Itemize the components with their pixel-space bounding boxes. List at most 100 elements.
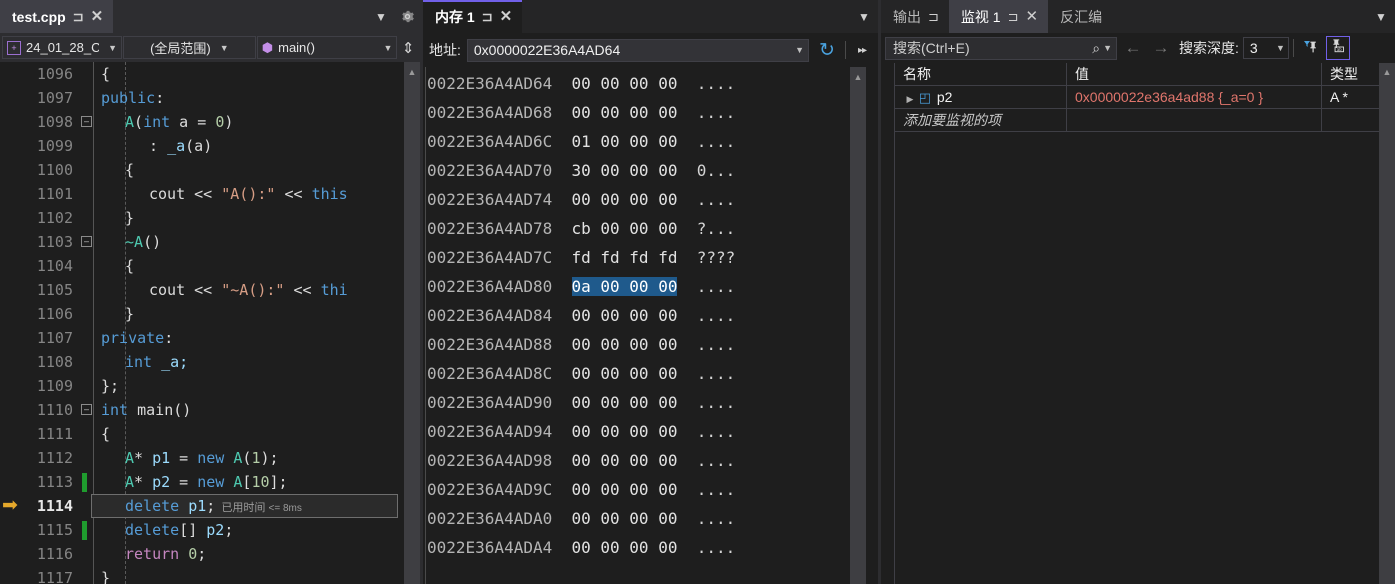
code-line[interactable]: A(int a = 0) (91, 110, 420, 134)
breakpoint-marker[interactable] (82, 521, 87, 540)
scroll-up-icon[interactable]: ▲ (404, 62, 420, 77)
editor-vertical-scrollbar[interactable]: ▲ (404, 62, 420, 584)
watch-tab-1[interactable]: 监视 1 ⊐ ✕ (948, 0, 1049, 33)
chevron-down-icon[interactable]: ▼ (216, 43, 229, 53)
code-line[interactable]: } (91, 566, 420, 584)
code-line[interactable]: delete[] p2; (91, 518, 420, 542)
chevron-down-icon[interactable]: ▼ (104, 43, 117, 53)
watch-vertical-scrollbar[interactable]: ▲ (1379, 63, 1395, 584)
breakpoint-marker[interactable] (82, 473, 87, 492)
close-icon[interactable]: ✕ (500, 9, 513, 24)
arrow-right-icon[interactable]: → (1149, 38, 1173, 58)
editor-indicator-margin[interactable]: ➡ (0, 62, 24, 584)
memory-hex-bytes[interactable]: 00 00 00 00 (572, 422, 678, 441)
memory-row[interactable]: 0022E36A4AD6C 01 00 00 00 .... (423, 127, 878, 156)
memory-hex-bytes[interactable]: 00 00 00 00 (572, 451, 678, 470)
memory-row[interactable]: 0022E36A4ADA0 00 00 00 00 .... (423, 504, 878, 533)
memory-hex-bytes[interactable]: fd fd fd fd (572, 248, 678, 267)
close-icon[interactable]: ✕ (91, 9, 104, 24)
code-text-area[interactable]: ➡ 1096 1097 1098 1099 1100 1101 1102 1103 1104 11… (0, 62, 420, 584)
scroll-up-icon[interactable]: ▲ (1379, 63, 1395, 77)
code-line[interactable]: A* p1 = new A(1); (91, 446, 420, 470)
navbar-scope-combo[interactable]: (全局范围) ▼ (123, 36, 256, 59)
code-line[interactable]: cout << "A():" << this (91, 182, 420, 206)
memory-hex-bytes[interactable]: 00 00 00 00 (572, 364, 678, 383)
memory-row[interactable]: 0022E36A4AD88 00 00 00 00 .... (423, 330, 878, 359)
memory-hex-bytes[interactable]: 30 00 00 00 (572, 161, 678, 180)
gear-icon[interactable] (394, 0, 420, 33)
code-line[interactable]: public: (91, 86, 420, 110)
memory-hex-bytes[interactable]: 00 00 00 00 (572, 190, 678, 209)
watch-variables-grid[interactable]: 名称值类型 ▶ ◰ p2 0x0000022e36a4ad88 {_a=0 } A * 添… (881, 63, 1395, 584)
watch-add-item-value-cell[interactable] (1067, 108, 1322, 132)
memory-tab-1[interactable]: 内存 1 ⊐ ✕ (423, 0, 523, 33)
memory-row[interactable]: 0022E36A4ADA4 00 00 00 00 .... (423, 533, 878, 562)
watch-column-header-name[interactable]: 名称 (895, 63, 1067, 86)
memory-row[interactable]: 0022E36A4AD74 00 00 00 00 .... (423, 185, 878, 214)
filtered-pin-icon[interactable] (1298, 39, 1322, 58)
code-line[interactable]: : _a(a) (91, 134, 420, 158)
memory-hex-bytes[interactable]: 01 00 00 00 (572, 132, 678, 151)
memory-hex-bytes[interactable]: 00 00 00 00 (572, 393, 678, 412)
memory-dump-grid[interactable]: 0022E36A4AD64 00 00 00 00 .... 0022E36A4A… (423, 67, 878, 584)
memory-hex-bytes[interactable]: cb 00 00 00 (572, 219, 678, 238)
refresh-icon[interactable]: ↻ (815, 41, 839, 60)
memory-row[interactable]: 0022E36A4AD7C fd fd fd fd ???? (423, 243, 878, 272)
watch-add-item-placeholder[interactable]: 添加要监视的项 (895, 108, 1067, 132)
memory-hex-bytes[interactable]: 00 00 00 00 (572, 509, 678, 528)
chevron-down-icon[interactable]: ▼ (368, 0, 394, 33)
watch-row[interactable]: ▶ ◰ p2 0x0000022e36a4ad88 {_a=0 } A * (895, 85, 1395, 109)
code-line[interactable]: private: (91, 326, 420, 350)
memory-row[interactable]: 0022E36A4AD68 00 00 00 00 .... (423, 98, 878, 127)
code-line[interactable]: int main() (91, 398, 420, 422)
navbar-project-combo[interactable]: + 24_01_28_C ▼ (2, 36, 122, 59)
memory-row[interactable]: 0022E36A4AD8C 00 00 00 00 .... (423, 359, 878, 388)
pin-icon[interactable]: ⊐ (73, 10, 84, 23)
code-line[interactable]: }; (91, 374, 420, 398)
code-line[interactable]: { (91, 422, 420, 446)
code-line[interactable]: { (91, 62, 420, 86)
editor-breakpoint-margin[interactable] (79, 62, 91, 584)
search-depth-combo[interactable]: 3 ▼ (1242, 37, 1289, 59)
memory-hex-bytes[interactable]: 00 00 00 00 (572, 103, 678, 122)
watch-tab-0[interactable]: 输出 ⊐ (881, 0, 949, 33)
code-line[interactable]: cout << "~A():" << thi (91, 278, 420, 302)
memory-row[interactable]: 0022E36A4AD84 00 00 00 00 .... (423, 301, 878, 330)
code-line[interactable]: int _a; (91, 350, 420, 374)
pin-icon[interactable]: ⊐ (482, 10, 493, 23)
watch-value-cell[interactable]: 0x0000022e36a4ad88 {_a=0 } (1067, 85, 1322, 109)
memory-hex-bytes[interactable]: 00 00 00 00 (572, 306, 678, 325)
navbar-function-combo[interactable]: ⬢ main() ▼ (256, 36, 398, 59)
search-input[interactable]: 搜索(Ctrl+E) ⌕ ▼ (885, 36, 1117, 60)
code-line[interactable]: return 0; (91, 542, 420, 566)
memory-row[interactable]: 0022E36A4AD98 00 00 00 00 .... (423, 446, 878, 475)
code-line[interactable]: { (91, 158, 420, 182)
memory-hex-bytes[interactable]: 00 00 00 00 (572, 480, 678, 499)
memory-hex-bytes[interactable]: 00 00 00 00 (572, 74, 678, 93)
editor-tab-test-cpp[interactable]: test.cpp ⊐ ✕ (0, 0, 114, 33)
watch-tab-2[interactable]: 反汇编 (1048, 0, 1112, 33)
watch-add-item-row[interactable]: 添加要监视的项 (895, 108, 1395, 132)
search-icon[interactable]: ⌕ (1092, 40, 1100, 57)
memory-row[interactable]: 0022E36A4AD78 cb 00 00 00 ?... (423, 214, 878, 243)
chevron-down-icon[interactable]: ▼ (850, 0, 878, 33)
overflow-chevrons-icon[interactable]: ▸▸ (852, 45, 872, 56)
chevron-down-icon[interactable]: ▼ (1367, 0, 1395, 33)
memory-hex-bytes[interactable]: 00 00 00 00 (572, 538, 678, 557)
memory-row[interactable]: 0022E36A4AD64 00 00 00 00 .... (423, 69, 878, 98)
watch-column-header-value[interactable]: 值 (1067, 63, 1322, 86)
chevron-right-icon[interactable]: ▶ (903, 88, 917, 109)
address-input[interactable]: 0x0000022E36A4AD64 ▼ (466, 38, 809, 62)
pin-icon[interactable]: ⊐ (928, 10, 939, 23)
code-line[interactable]: } (91, 302, 420, 326)
chevron-down-icon[interactable]: ▼ (1100, 43, 1112, 53)
code-line[interactable]: { (91, 254, 420, 278)
memory-hex-bytes[interactable]: 00 00 00 00 (572, 335, 678, 354)
arrow-left-icon[interactable]: ← (1121, 38, 1145, 58)
code-line[interactable]: ~A() (91, 230, 420, 254)
memory-row[interactable]: 0022E36A4AD90 00 00 00 00 .... (423, 388, 878, 417)
memory-row[interactable]: 0022E36A4AD94 00 00 00 00 .... (423, 417, 878, 446)
editor-code-column[interactable]: {public: – A(int a = 0): _a(a){cout << "A(… (81, 62, 420, 584)
memory-hex-bytes[interactable]: 0a 00 00 00 (571, 277, 678, 296)
memory-row[interactable]: 0022E36A4AD70 30 00 00 00 0... (423, 156, 878, 185)
